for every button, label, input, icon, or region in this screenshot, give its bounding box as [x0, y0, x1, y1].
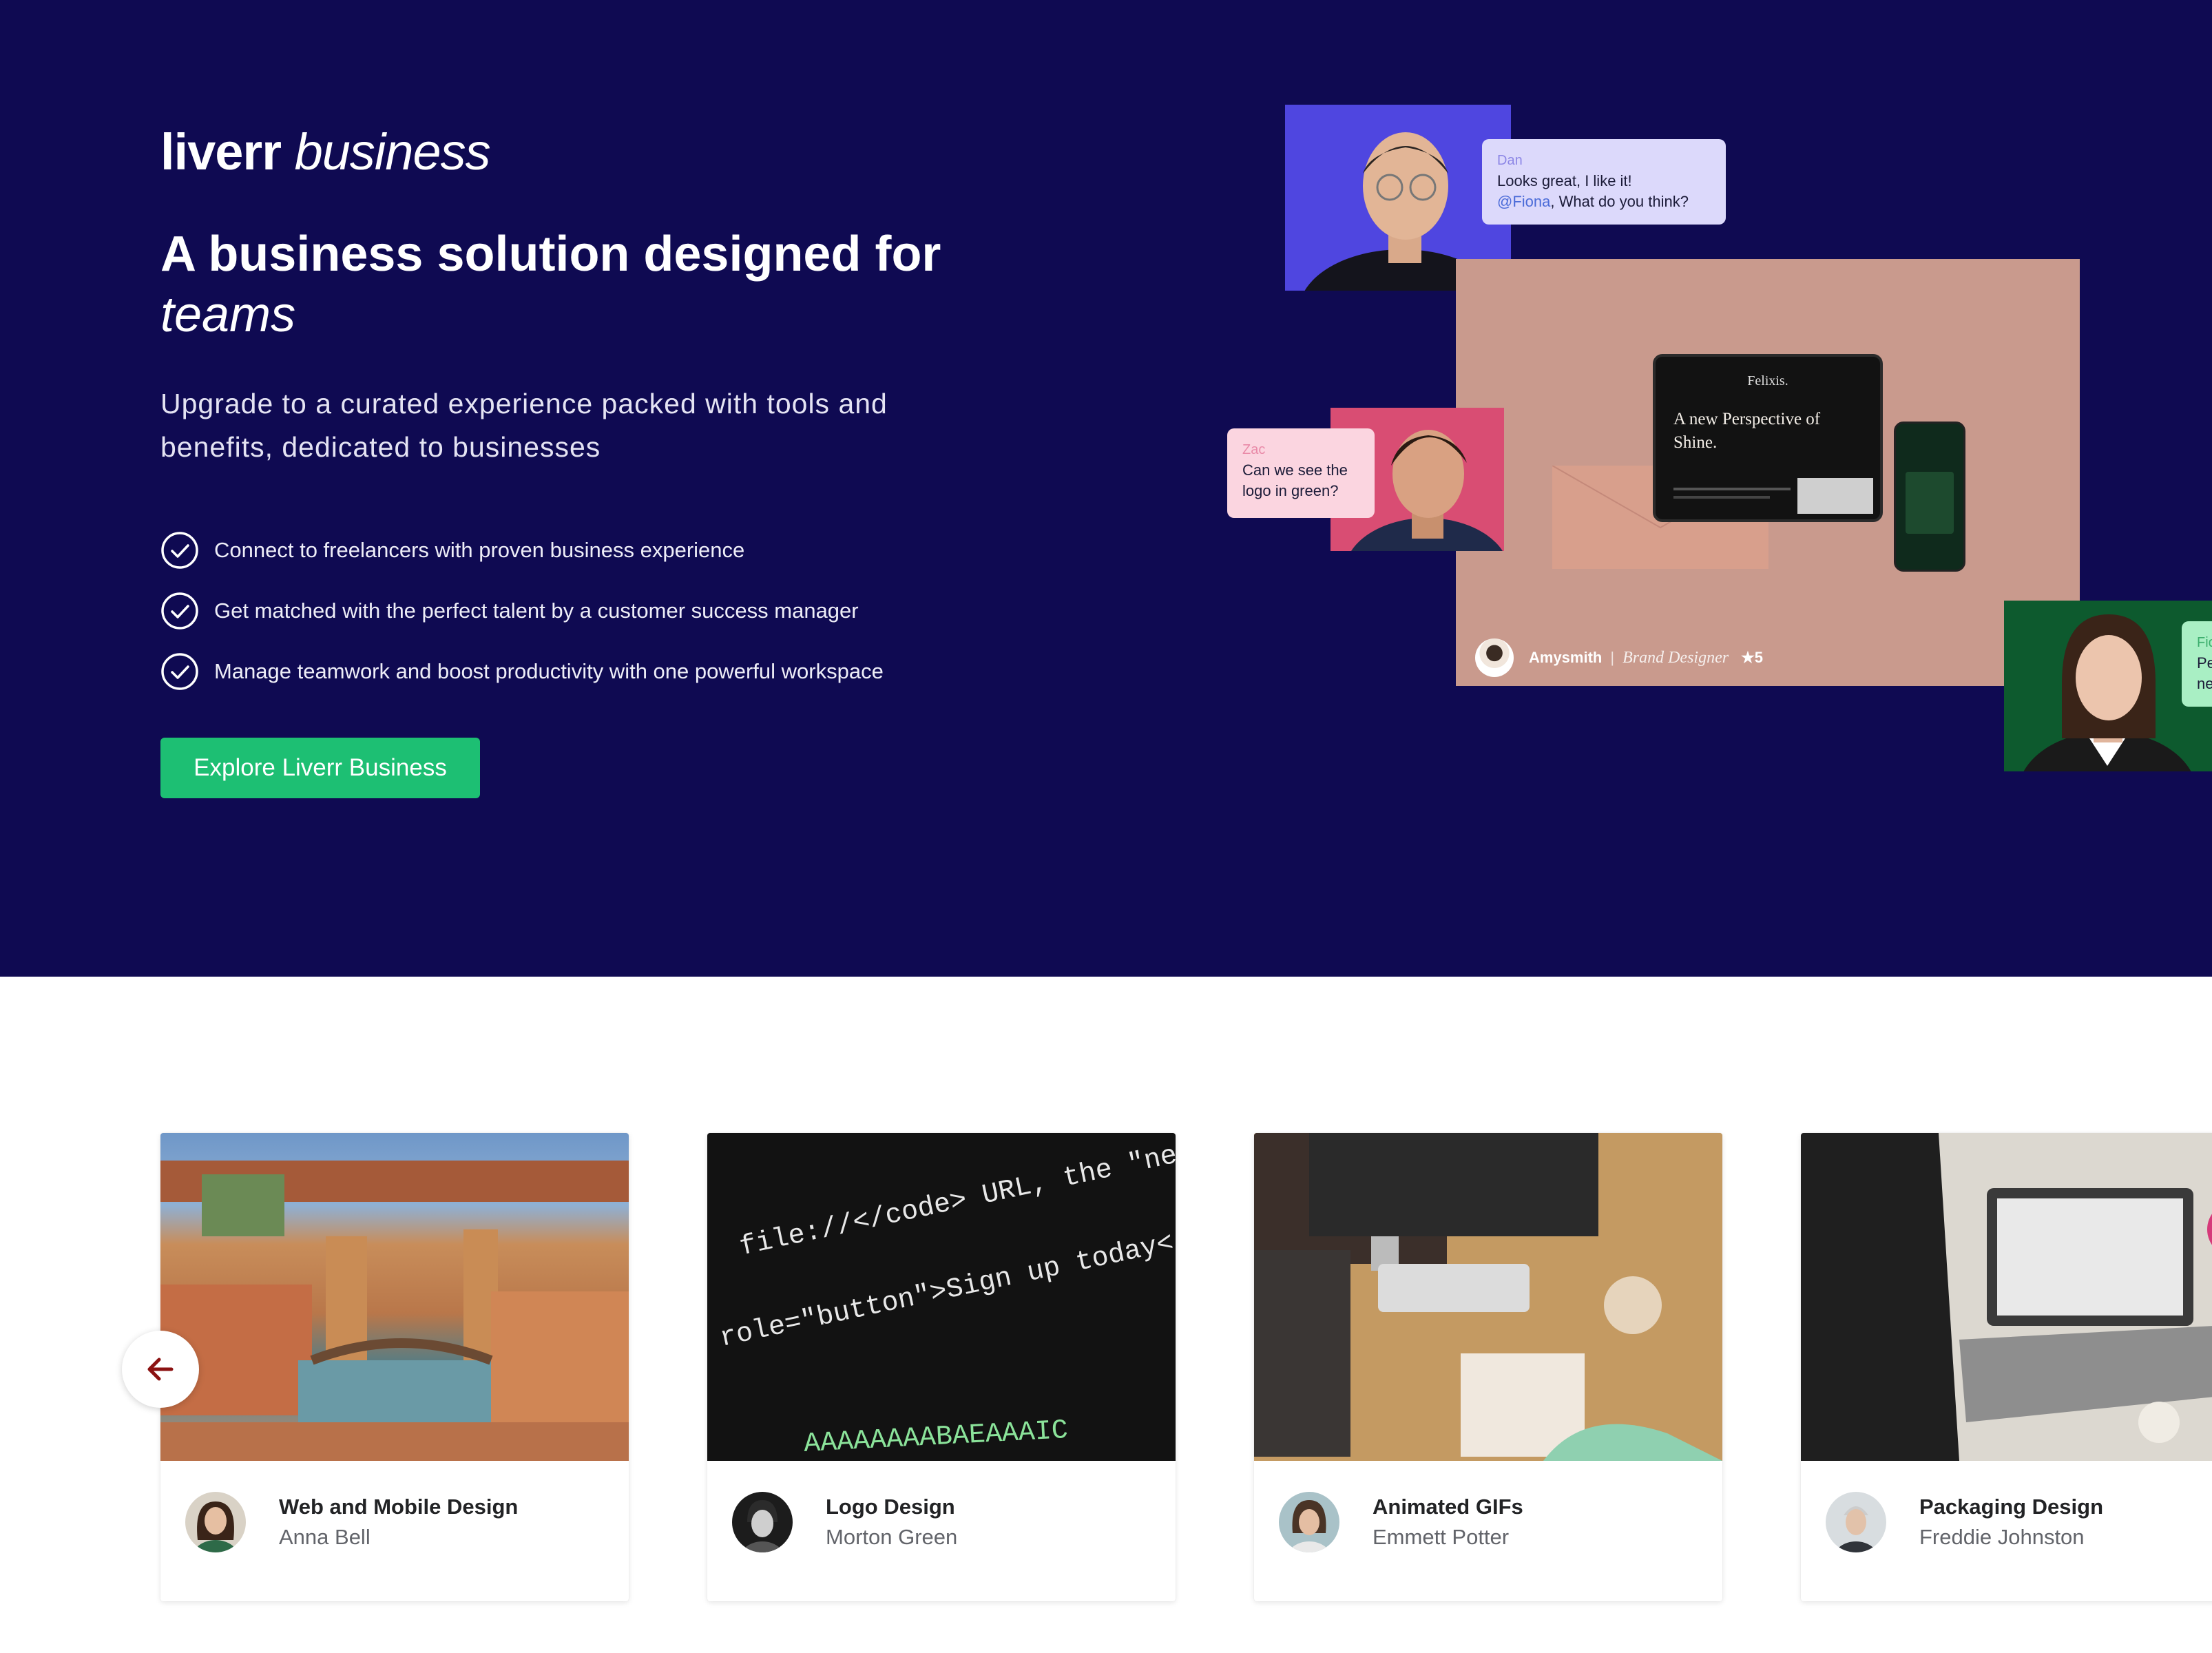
carousel-prev-button[interactable] [122, 1331, 199, 1408]
explore-business-button[interactable]: Explore Liverr Business [160, 738, 480, 798]
seller-name[interactable]: Morton Green [826, 1525, 957, 1550]
desk-workspace-photo [1254, 1133, 1722, 1461]
hero-section: liverr business A business solution desi… [0, 0, 2212, 977]
check-circle-icon [161, 592, 198, 630]
card-meta: Logo Design Morton Green [707, 1461, 1176, 1601]
service-card[interactable]: Packaging Design Freddie Johnston [1801, 1133, 2212, 1601]
hero-headline: A business solution designed for teams [160, 227, 941, 342]
seller-avatar [1826, 1492, 1886, 1552]
code-screen-photo: file://</code> URL, the "next" role="but… [707, 1133, 1176, 1461]
laptop-workspace-photo [1801, 1133, 2212, 1461]
chat-bubble-dan: Dan Looks great, I like it! @Fiona, What… [1482, 139, 1726, 225]
venice-photo [160, 1133, 629, 1461]
seller-name[interactable]: Emmett Potter [1373, 1525, 1523, 1550]
check-circle-icon [161, 653, 198, 690]
phone-mockup [1894, 422, 1965, 572]
chat-bubble-fiona: Fio Pe ne [2182, 621, 2212, 707]
hero-collage: Dan Looks great, I like it! @Fiona, What… [1226, 103, 2212, 792]
arrow-left-icon [147, 1358, 174, 1381]
benefit-item: Connect to freelancers with proven busin… [160, 520, 884, 581]
seller-avatar [185, 1492, 246, 1552]
benefit-item: Get matched with the perfect talent by a… [160, 581, 884, 641]
check-circle-icon [161, 532, 198, 569]
service-category[interactable]: Animated GIFs [1373, 1495, 1523, 1519]
service-card[interactable]: file://</code> URL, the "next" role="but… [707, 1133, 1176, 1601]
chat-bubble-zac: Zac Can we see the logo in green? [1227, 428, 1375, 518]
service-category[interactable]: Packaging Design [1919, 1495, 2103, 1519]
card-meta: Animated GIFs Emmett Potter [1254, 1461, 1722, 1601]
seller-avatar [1279, 1492, 1339, 1552]
designer-credit: Amysmith | Brand Designer ★5 [1456, 630, 2080, 686]
featured-services-carousel: Web and Mobile Design Anna Bell file://<… [160, 1133, 2212, 1601]
card-meta: Web and Mobile Design Anna Bell [160, 1461, 629, 1601]
designer-avatar [1475, 638, 1514, 677]
card-meta: Packaging Design Freddie Johnston [1801, 1461, 2212, 1601]
seller-name[interactable]: Anna Bell [279, 1525, 518, 1550]
service-card[interactable]: Animated GIFs Emmett Potter [1254, 1133, 1722, 1601]
service-category[interactable]: Logo Design [826, 1495, 957, 1519]
brand-logo[interactable]: liverr business [160, 123, 491, 181]
seller-name[interactable]: Freddie Johnston [1919, 1525, 2103, 1550]
tablet-mockup: Felixis. A new Perspective of Shine. [1653, 354, 1883, 522]
hero-subtitle: Upgrade to a curated experience packed w… [160, 388, 888, 463]
rating-star: ★5 [1741, 649, 1764, 666]
portfolio-preview-panel: Felixis. A new Perspective of Shine. Amy… [1456, 259, 2080, 686]
benefit-item: Manage teamwork and boost productivity w… [160, 641, 884, 702]
fiona-portrait [2004, 601, 2212, 771]
benefits-list: Connect to freelancers with proven busin… [160, 520, 884, 702]
service-category[interactable]: Web and Mobile Design [279, 1495, 518, 1519]
seller-avatar [732, 1492, 793, 1552]
service-card[interactable]: Web and Mobile Design Anna Bell [160, 1133, 629, 1601]
